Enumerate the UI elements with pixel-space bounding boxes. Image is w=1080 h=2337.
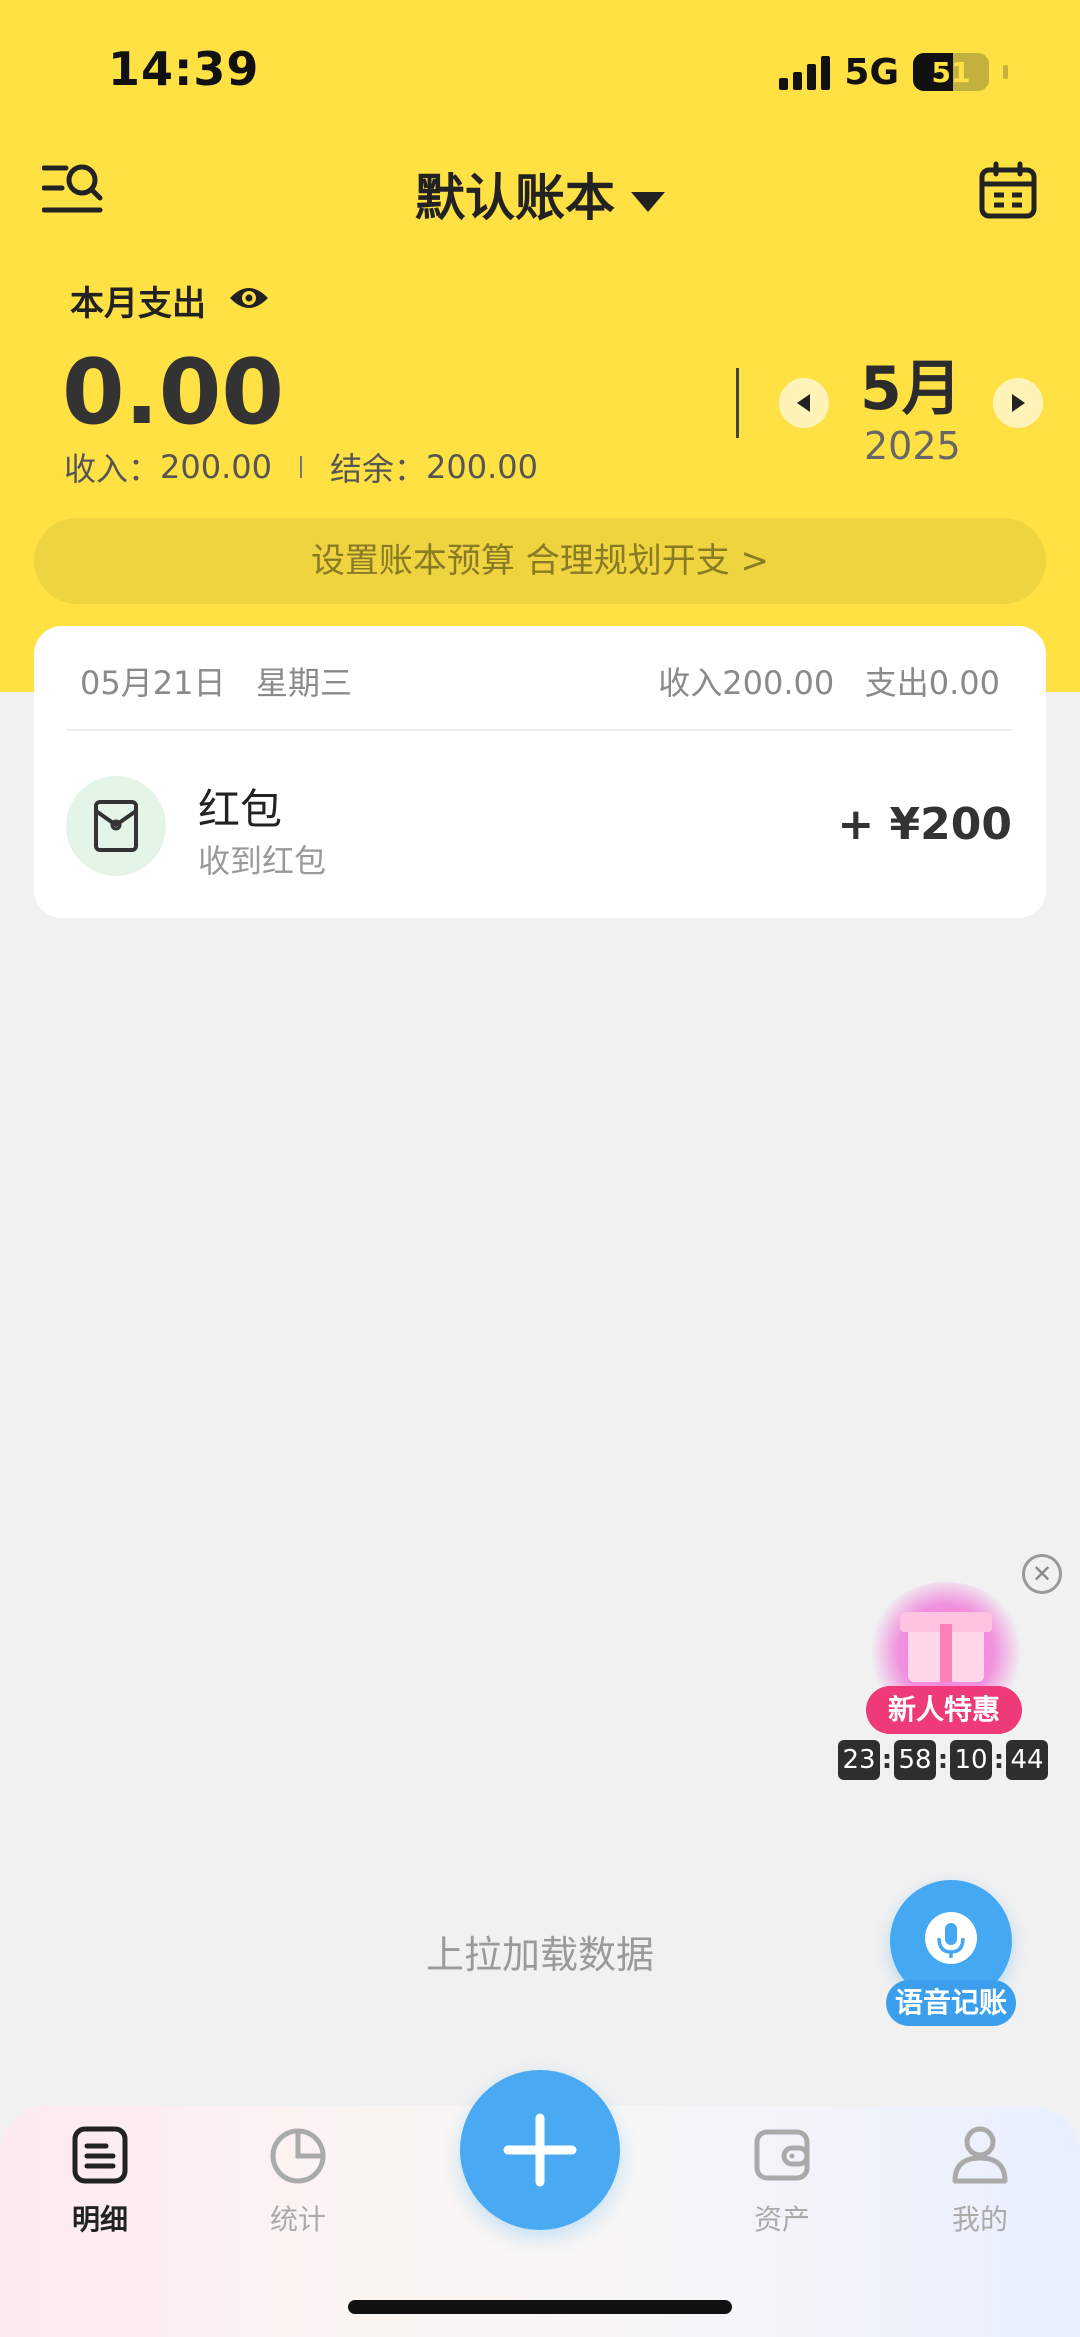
network-type: 5G	[844, 51, 899, 93]
next-month-button[interactable]	[993, 378, 1043, 428]
income-value: 200.00	[160, 448, 272, 486]
eye-icon[interactable]	[228, 281, 270, 321]
tab-statistics[interactable]: 统计	[228, 2124, 368, 2238]
countdown-centiseconds: 44	[1006, 1740, 1048, 1780]
day-group-card: 05月21日 星期三 收入200.00 支出0.00 红包 收到红包 + ¥20…	[34, 626, 1046, 918]
current-month[interactable]: 5月	[860, 340, 962, 427]
battery-level: 51	[931, 56, 971, 89]
voice-record-label[interactable]: 语音记账	[886, 1980, 1016, 2026]
monthly-expense-label-row: 本月支出	[70, 276, 270, 325]
promo-countdown: 23 : 58 : 10 : 44	[838, 1740, 1048, 1780]
list-icon	[70, 2124, 130, 2184]
tab-label: 资产	[753, 2203, 810, 2236]
status-indicators: 5G 51	[779, 50, 1008, 94]
plus-icon	[503, 2113, 577, 2187]
calendar-icon[interactable]	[978, 160, 1038, 220]
budget-banner[interactable]: 设置账本预算 合理规划开支 >	[34, 518, 1046, 604]
day-income-total: 收入200.00	[658, 664, 835, 702]
battery-tip	[1003, 65, 1008, 79]
tab-assets[interactable]: 资产	[712, 2124, 852, 2238]
triangle-right-icon	[1012, 394, 1025, 412]
prev-month-button[interactable]	[779, 378, 829, 428]
day-date: 05月21日 星期三	[80, 658, 352, 704]
account-book-title: 默认账本	[415, 169, 615, 227]
monthly-expense-amount: 0.00	[62, 340, 285, 445]
close-icon[interactable]: ✕	[1022, 1554, 1062, 1594]
balance-label: 结余：	[329, 450, 426, 488]
divider	[299, 456, 302, 478]
card-divider	[66, 729, 1012, 731]
vertical-divider	[736, 368, 739, 438]
day-totals: 收入200.00 支出0.00	[658, 658, 1000, 704]
balance-value: 200.00	[426, 448, 538, 486]
transaction-note: 收到红包	[198, 842, 327, 880]
current-year[interactable]: 2025	[864, 424, 961, 468]
tab-label: 我的	[951, 2203, 1008, 2236]
red-envelope-icon	[66, 776, 166, 876]
tab-label: 统计	[269, 2203, 326, 2236]
battery-icon: 51	[913, 53, 989, 91]
day-weekday: 星期三	[255, 664, 352, 702]
caret-down-icon	[631, 191, 665, 212]
tab-label: 明细	[71, 2203, 128, 2236]
tab-profile[interactable]: 我的	[910, 2124, 1050, 2238]
income-label: 收入：	[64, 450, 161, 488]
countdown-seconds: 10	[950, 1740, 992, 1780]
promo-badge[interactable]: 新人特惠	[866, 1686, 1022, 1734]
add-record-button[interactable]	[460, 2070, 620, 2230]
transaction-category: 红包	[198, 785, 283, 834]
signal-icon	[779, 54, 831, 90]
income-balance-row: 收入： 200.00 结余： 200.00	[64, 444, 538, 490]
countdown-hours: 23	[838, 1740, 880, 1780]
day-expense-total: 支出0.00	[864, 664, 1000, 702]
day-date-text: 05月21日	[80, 664, 226, 702]
triangle-left-icon	[797, 394, 810, 412]
tab-details[interactable]: 明细	[30, 2124, 170, 2238]
status-time: 14:39	[108, 42, 260, 96]
home-indicator[interactable]	[348, 2300, 732, 2314]
countdown-minutes: 58	[894, 1740, 936, 1780]
wallet-icon	[752, 2124, 812, 2184]
monthly-expense-label: 本月支出	[70, 284, 206, 324]
microphone-icon	[925, 1912, 977, 1964]
pie-chart-icon	[268, 2124, 328, 2184]
transaction-amount: + ¥200	[837, 799, 1012, 850]
user-icon	[950, 2124, 1010, 2184]
account-book-selector[interactable]: 默认账本	[0, 158, 1080, 230]
